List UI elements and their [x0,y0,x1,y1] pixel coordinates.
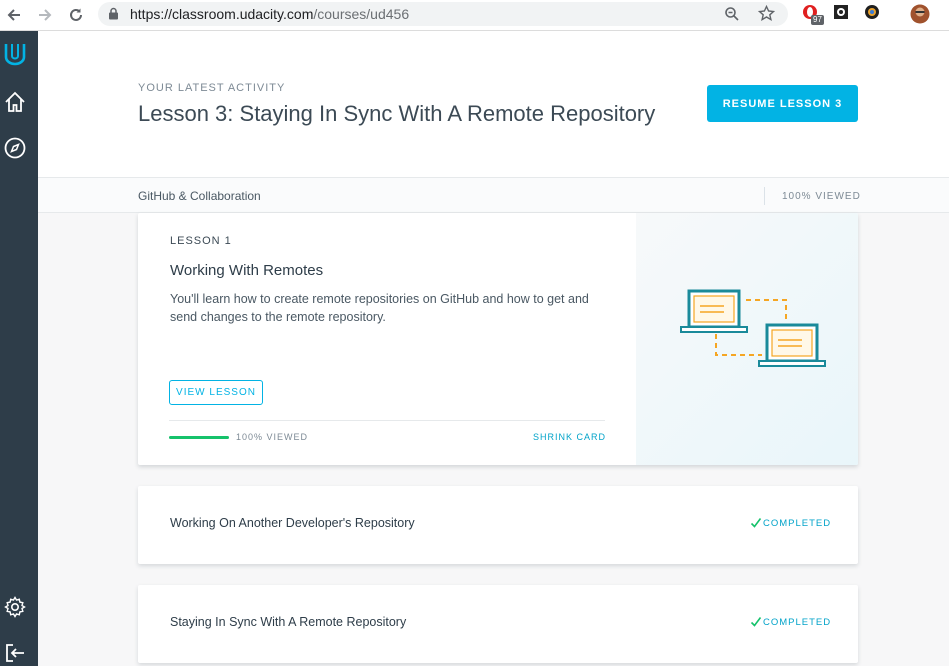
compass-icon[interactable] [3,136,27,160]
lesson-progress-fill [169,436,229,439]
lock-icon [109,7,118,20]
course-subbar: GitHub & Collaboration 100% VIEWED [38,177,949,213]
reload-button[interactable] [64,0,88,29]
resume-lesson-button[interactable]: RESUME LESSON 3 [707,85,858,122]
lesson-progress-bar [169,436,229,439]
browser-toolbar: https://classroom.udacity.com/courses/ud… [0,0,949,31]
completed-label: COMPLETED [763,616,832,628]
page-title: Lesson 3: Staying In Sync With A Remote … [138,101,656,126]
laptops-illustration [680,289,826,367]
course-viewed-status: 100% VIEWED [782,191,861,202]
extension-opera-icon[interactable]: 97 [802,4,824,25]
lesson-row-title: Working On Another Developer's Repositor… [170,516,415,530]
reload-icon [70,8,82,21]
completed-status: COMPLETED [750,616,831,628]
course-name: GitHub & Collaboration [138,189,261,203]
lesson-row-title: Staying In Sync With A Remote Repository [170,615,407,629]
checkmark-icon [750,617,762,627]
udacity-logo-icon[interactable] [3,42,27,66]
lesson-progress-label: 100% VIEWED [236,432,309,442]
star-icon[interactable] [758,5,775,22]
address-bar[interactable]: https://classroom.udacity.com/courses/ud… [98,2,788,26]
completed-label: COMPLETED [763,517,832,529]
url-path: /courses/ud456 [313,6,410,22]
card-divider [169,420,605,421]
extension-color-icon[interactable] [864,4,884,24]
side-navigation [0,31,38,666]
url-text: https://classroom.udacity.com/courses/ud… [130,6,409,22]
lesson-number: LESSON 1 [170,235,232,247]
lesson-description: You'll learn how to create remote reposi… [170,292,589,324]
checkmark-icon [750,518,762,528]
url-host: https://classroom.udacity.com [130,6,314,22]
zoom-icon[interactable] [724,6,740,22]
profile-avatar[interactable] [910,4,930,24]
completed-status: COMPLETED [750,517,831,529]
back-arrow-icon [7,8,20,21]
lesson-card-collapsed[interactable]: Staying In Sync With A Remote Repository… [138,585,858,663]
latest-activity-header: YOUR LATEST ACTIVITY Lesson 3: Staying I… [38,31,949,177]
view-lesson-button[interactable]: VIEW LESSON [169,380,263,405]
lesson-card-expanded: LESSON 1 Working With Remotes You'll lea… [138,213,858,465]
forward-arrow-icon [39,8,52,21]
extension-camera-icon[interactable] [833,4,853,24]
back-button[interactable] [2,0,26,29]
lesson-title: Working With Remotes [170,262,324,279]
settings-icon[interactable] [3,595,27,619]
lesson-illustration [636,213,858,465]
logout-icon[interactable] [3,641,27,665]
subbar-divider [764,187,765,205]
latest-activity-eyebrow: YOUR LATEST ACTIVITY [138,82,286,94]
forward-button[interactable] [33,0,57,29]
home-icon[interactable] [3,90,27,114]
extension-badge: 97 [811,15,824,25]
shrink-card-link[interactable]: SHRINK CARD [533,432,606,442]
lesson-card-collapsed[interactable]: Working On Another Developer's Repositor… [138,486,858,564]
